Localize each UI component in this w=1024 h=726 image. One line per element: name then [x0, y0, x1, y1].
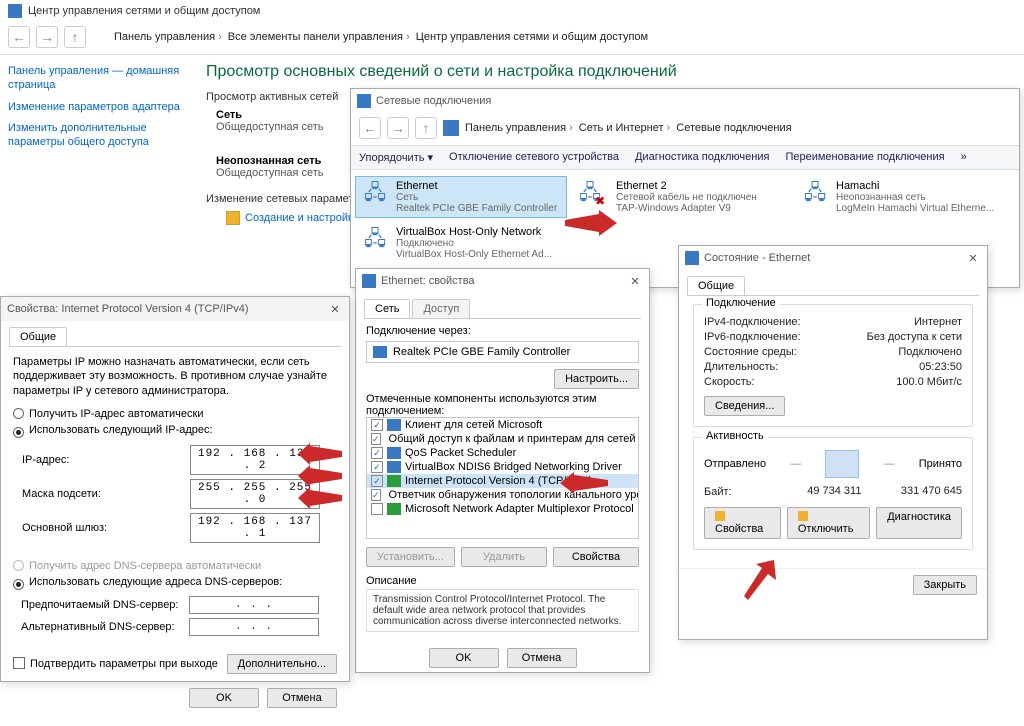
adapter-icon [685, 251, 699, 265]
toolbar-overflow[interactable]: » [961, 151, 967, 164]
breadcrumb[interactable]: Панель управления› Сеть и Интернет› Сете… [465, 122, 792, 134]
titlebar: Ethernet: свойства ✕ [356, 269, 649, 293]
title-text: Центр управления сетями и общим доступом [28, 5, 260, 17]
toolbar: Упорядочить ▾ Отключение сетевого устрой… [351, 146, 1019, 170]
tabs: Общие [9, 327, 341, 347]
titlebar: Сетевые подключения [351, 89, 1019, 113]
diagnose-button[interactable]: Диагностика подключения [635, 151, 769, 164]
cancel-button[interactable]: Отмена [507, 648, 577, 668]
label-connect-via: Подключение через: [366, 325, 639, 337]
sidebar-link-home[interactable]: Панель управления — домашняя страница [8, 65, 187, 93]
diagnose-button[interactable]: Диагностика [876, 507, 962, 539]
network-icon [357, 94, 371, 108]
gateway-input[interactable]: 192 . 168 . 137 . 1 [190, 513, 320, 543]
page-heading: Просмотр основных сведений о сети и наст… [206, 63, 1014, 81]
title-text: Состояние - Ethernet [704, 252, 810, 264]
adapter-icon: 🖧✖ [580, 180, 610, 210]
component-ipv4[interactable]: ✓Internet Protocol Version 4 (TCP/IPv4) [367, 474, 638, 488]
cancel-button[interactable]: Отмена [267, 688, 337, 708]
tab-general[interactable]: Общие [687, 276, 745, 295]
radio-obtain-ip-auto[interactable]: Получить IP-адрес автоматически [13, 408, 337, 420]
shield-icon [226, 211, 240, 225]
tab-access[interactable]: Доступ [412, 299, 470, 318]
properties-button[interactable]: Свойства [704, 507, 781, 539]
radio-obtain-dns-auto: Получить адрес DNS-сервера автоматически [13, 560, 337, 572]
install-button[interactable]: Установить... [366, 547, 455, 567]
tabs: Сеть Доступ [364, 299, 641, 319]
adapter-hamachi[interactable]: 🖧 Hamachi Неопознанная сеть LogMeIn Hama… [795, 176, 1007, 218]
address-bar: ← → ↑ Панель управления› Все элементы па… [0, 22, 1024, 55]
adapter-icon [373, 346, 387, 358]
ok-button[interactable]: OK [429, 648, 499, 668]
ethernet-status-window: Состояние - Ethernet ✕ Общие Подключение… [678, 245, 988, 640]
disable-device-button[interactable]: Отключение сетевого устройства [449, 151, 619, 164]
activity-icon [825, 450, 859, 478]
ip-address-input[interactable]: 192 . 168 . 137 . 2 [190, 445, 320, 475]
remove-button[interactable]: Удалить [461, 547, 547, 567]
ipv4-properties-window: Свойства: Internet Protocol Version 4 (T… [0, 296, 350, 682]
folder-icon [443, 120, 459, 136]
title-text: Ethernet: свойства [381, 275, 475, 287]
titlebar: Состояние - Ethernet ✕ [679, 246, 987, 270]
adapter-ethernet[interactable]: 🖧 Ethernet Сеть Realtek PCIe GBE Family … [355, 176, 567, 218]
adapter-ethernet2[interactable]: 🖧✖ Ethernet 2 Сетевой кабель не подключе… [575, 176, 787, 218]
up-button[interactable]: ↑ [64, 26, 86, 48]
connection-group: Подключение IPv4-подключение:Интернет IP… [693, 304, 973, 427]
tabs: Общие [687, 276, 979, 296]
organize-menu[interactable]: Упорядочить ▾ [359, 151, 433, 164]
close-button[interactable]: ✕ [627, 275, 643, 288]
shield-icon [715, 511, 725, 521]
window-title: Центр управления сетями и общим доступом [0, 0, 1024, 22]
adapter-name-box: Realtek PCIe GBE Family Controller [366, 341, 639, 363]
back-button[interactable]: ← [8, 26, 30, 48]
dns1-input[interactable]: . . . [189, 596, 319, 614]
adapter-icon: 🖧 [800, 180, 830, 210]
adapter-icon [362, 274, 376, 288]
details-button[interactable]: Сведения... [704, 396, 785, 416]
address-bar: ← → ↑ Панель управления› Сеть и Интернет… [351, 113, 1019, 146]
adapter-icon: 🖧 [360, 180, 390, 210]
ok-button[interactable]: OK [189, 688, 259, 708]
disable-button[interactable]: Отключить [787, 507, 870, 539]
back-button[interactable]: ← [359, 117, 381, 139]
rename-button[interactable]: Переименование подключения [785, 151, 944, 164]
label-marked-components: Отмеченные компоненты используются этим … [366, 393, 639, 417]
tab-general[interactable]: Общие [9, 327, 67, 346]
forward-button[interactable]: → [36, 26, 58, 48]
subnet-mask-input[interactable]: 255 . 255 . 255 . 0 [190, 479, 320, 509]
folder-icon [92, 29, 108, 45]
up-button[interactable]: ↑ [415, 117, 437, 139]
sidebar: Панель управления — домашняя страница Из… [0, 55, 195, 168]
close-button[interactable]: ✕ [327, 303, 343, 316]
component-list[interactable]: ✓Клиент для сетей Microsoft ✓Общий досту… [366, 417, 639, 539]
radio-use-ip[interactable]: Использовать следующий IP-адрес: [13, 424, 337, 438]
dns2-input[interactable]: . . . [189, 618, 319, 636]
label-description: Описание [366, 575, 639, 587]
control-panel-icon [8, 4, 22, 18]
component-properties-button[interactable]: Свойства [553, 547, 639, 567]
close-button[interactable]: Закрыть [913, 575, 977, 595]
title-text: Свойства: Internet Protocol Version 4 (T… [7, 303, 249, 315]
intro-text: Параметры IP можно назначать автоматичес… [13, 355, 337, 398]
configure-button[interactable]: Настроить... [554, 369, 639, 389]
titlebar: Свойства: Internet Protocol Version 4 (T… [1, 297, 349, 321]
close-button[interactable]: ✕ [965, 252, 981, 265]
radio-use-dns[interactable]: Использовать следующие адреса DNS-сервер… [13, 576, 337, 590]
breadcrumb[interactable]: Панель управления› Все элементы панели у… [114, 31, 648, 43]
adapter-icon: 🖧 [360, 226, 390, 256]
ethernet-properties-window: Ethernet: свойства ✕ Сеть Доступ Подключ… [355, 268, 650, 673]
advanced-button[interactable]: Дополнительно... [227, 654, 337, 674]
sidebar-link-adapter-settings[interactable]: Изменение параметров адаптера [8, 101, 187, 115]
forward-button[interactable]: → [387, 117, 409, 139]
confirm-on-exit-checkbox[interactable]: Подтвердить параметры при выходе [13, 657, 218, 670]
title-text: Сетевые подключения [376, 95, 491, 107]
tab-network[interactable]: Сеть [364, 299, 410, 318]
description-text: Transmission Control Protocol/Internet P… [366, 589, 639, 632]
sidebar-link-advanced-sharing[interactable]: Изменить дополнительные параметры общего… [8, 122, 187, 150]
adapter-virtualbox[interactable]: 🖧 VirtualBox Host-Only Network Подключен… [355, 222, 567, 264]
shield-icon [798, 511, 808, 521]
activity-group: Активность Отправлено — — Принято Байт: … [693, 437, 973, 550]
